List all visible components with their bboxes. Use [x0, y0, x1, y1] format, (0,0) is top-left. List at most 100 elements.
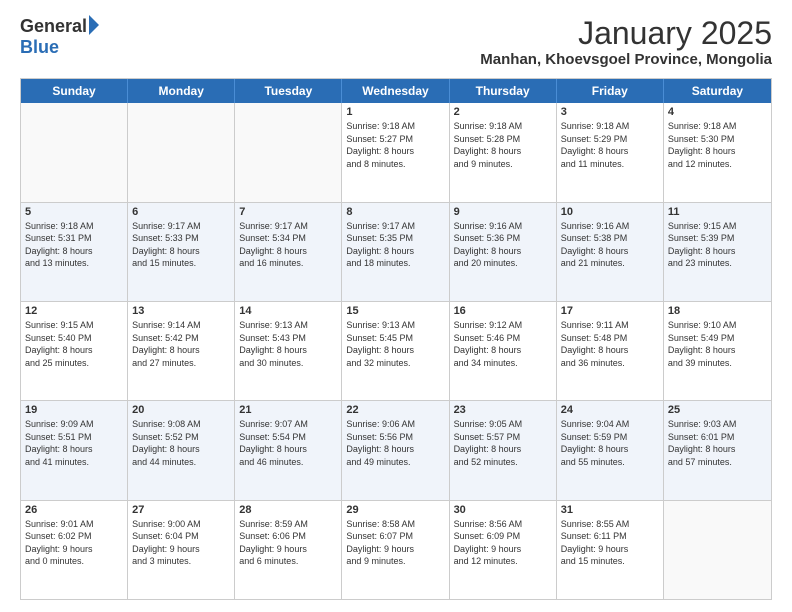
day-number: 19: [25, 404, 123, 416]
day-number: 4: [668, 106, 767, 118]
day-number: 13: [132, 305, 230, 317]
cell-info: Sunrise: 9:10 AM Sunset: 5:49 PM Dayligh…: [668, 319, 767, 369]
calendar-header-row: SundayMondayTuesdayWednesdayThursdayFrid…: [21, 79, 771, 103]
day-number: 6: [132, 206, 230, 218]
cell-info: Sunrise: 9:01 AM Sunset: 6:02 PM Dayligh…: [25, 518, 123, 568]
cal-cell-1-5: 10Sunrise: 9:16 AM Sunset: 5:38 PM Dayli…: [557, 203, 664, 301]
cal-cell-0-0: [21, 103, 128, 201]
cal-header-thursday: Thursday: [450, 79, 557, 103]
cell-info: Sunrise: 9:18 AM Sunset: 5:30 PM Dayligh…: [668, 120, 767, 170]
cell-info: Sunrise: 9:03 AM Sunset: 6:01 PM Dayligh…: [668, 418, 767, 468]
page: General Blue January 2025 Manhan, Khoevs…: [0, 0, 792, 612]
cell-info: Sunrise: 9:17 AM Sunset: 5:33 PM Dayligh…: [132, 220, 230, 270]
calendar-body: 1 Sunrise: 9:18 AM Sunset: 5:27 PM Daylig…: [21, 103, 771, 599]
header-right: January 2025 Manhan, Khoevsgoel Province…: [480, 16, 772, 68]
cell-info: Sunrise: 9:04 AM Sunset: 5:59 PM Dayligh…: [561, 418, 659, 468]
cell-info: Sunrise: 9:15 AM Sunset: 5:39 PM Dayligh…: [668, 220, 767, 270]
day-number: 8: [346, 206, 444, 218]
cell-info: Sunrise: 8:55 AM Sunset: 6:11 PM Dayligh…: [561, 518, 659, 568]
cell-info: Sunrise: 9:17 AM Sunset: 5:34 PM Dayligh…: [239, 220, 337, 270]
day-number: 28: [239, 504, 337, 516]
cal-row-1: 5Sunrise: 9:18 AM Sunset: 5:31 PM Daylig…: [21, 203, 771, 302]
cell-info: Sunrise: 9:13 AM Sunset: 5:45 PM Dayligh…: [346, 319, 444, 369]
day-number: 9: [454, 206, 552, 218]
cell-info: Sunrise: 9:18 AM Sunset: 5:31 PM Dayligh…: [25, 220, 123, 270]
cal-header-tuesday: Tuesday: [235, 79, 342, 103]
logo-blue-text: Blue: [20, 37, 59, 58]
cell-info: Sunrise: 9:09 AM Sunset: 5:51 PM Dayligh…: [25, 418, 123, 468]
cal-cell-3-1: 20Sunrise: 9:08 AM Sunset: 5:52 PM Dayli…: [128, 401, 235, 499]
header: General Blue January 2025 Manhan, Khoevs…: [20, 16, 772, 68]
cell-info: Sunrise: 9:15 AM Sunset: 5:40 PM Dayligh…: [25, 319, 123, 369]
cal-cell-3-3: 22Sunrise: 9:06 AM Sunset: 5:56 PM Dayli…: [342, 401, 449, 499]
cal-row-0: 1 Sunrise: 9:18 AM Sunset: 5:27 PM Daylig…: [21, 103, 771, 202]
day-number: 29: [346, 504, 444, 516]
cal-cell-2-0: 12 Sunrise: 9:15 AM Sunset: 5:40 PM Dayli…: [21, 302, 128, 400]
cal-cell-3-6: 25 Sunrise: 9:03 AM Sunset: 6:01 PM Dayli…: [664, 401, 771, 499]
cal-cell-3-4: 23Sunrise: 9:05 AM Sunset: 5:57 PM Dayli…: [450, 401, 557, 499]
cell-info: Sunrise: 9:12 AM Sunset: 5:46 PM Dayligh…: [454, 319, 552, 369]
logo-general-text: General: [20, 16, 87, 37]
cal-header-friday: Friday: [557, 79, 664, 103]
cal-cell-1-2: 7Sunrise: 9:17 AM Sunset: 5:34 PM Daylig…: [235, 203, 342, 301]
day-number: 17: [561, 305, 659, 317]
cal-cell-4-3: 29Sunrise: 8:58 AM Sunset: 6:07 PM Dayli…: [342, 501, 449, 599]
cal-cell-2-6: 18 Sunrise: 9:10 AM Sunset: 5:49 PM Dayli…: [664, 302, 771, 400]
day-number: 27: [132, 504, 230, 516]
cell-info: Sunrise: 9:18 AM Sunset: 5:29 PM Dayligh…: [561, 120, 659, 170]
cell-info: Sunrise: 9:11 AM Sunset: 5:48 PM Dayligh…: [561, 319, 659, 369]
calendar: SundayMondayTuesdayWednesdayThursdayFrid…: [20, 78, 772, 600]
day-number: 18: [668, 305, 767, 317]
cal-cell-2-5: 17 Sunrise: 9:11 AM Sunset: 5:48 PM Dayli…: [557, 302, 664, 400]
cell-info: Sunrise: 9:00 AM Sunset: 6:04 PM Dayligh…: [132, 518, 230, 568]
cal-cell-1-4: 9Sunrise: 9:16 AM Sunset: 5:36 PM Daylig…: [450, 203, 557, 301]
cell-info: Sunrise: 9:06 AM Sunset: 5:56 PM Dayligh…: [346, 418, 444, 468]
day-number: 12: [25, 305, 123, 317]
logo: General Blue: [20, 16, 99, 58]
cal-cell-0-6: 4 Sunrise: 9:18 AM Sunset: 5:30 PM Daylig…: [664, 103, 771, 201]
cell-info: Sunrise: 8:59 AM Sunset: 6:06 PM Dayligh…: [239, 518, 337, 568]
cal-cell-0-1: [128, 103, 235, 201]
day-number: 14: [239, 305, 337, 317]
cal-cell-4-1: 27 Sunrise: 9:00 AM Sunset: 6:04 PM Dayli…: [128, 501, 235, 599]
cal-cell-3-0: 19 Sunrise: 9:09 AM Sunset: 5:51 PM Dayli…: [21, 401, 128, 499]
cal-row-4: 26Sunrise: 9:01 AM Sunset: 6:02 PM Dayli…: [21, 501, 771, 599]
cal-cell-4-4: 30Sunrise: 8:56 AM Sunset: 6:09 PM Dayli…: [450, 501, 557, 599]
cell-info: Sunrise: 9:18 AM Sunset: 5:27 PM Dayligh…: [346, 120, 444, 170]
cal-cell-4-6: [664, 501, 771, 599]
cal-row-3: 19 Sunrise: 9:09 AM Sunset: 5:51 PM Dayli…: [21, 401, 771, 500]
cal-header-saturday: Saturday: [664, 79, 771, 103]
cell-info: Sunrise: 8:56 AM Sunset: 6:09 PM Dayligh…: [454, 518, 552, 568]
cal-cell-1-3: 8Sunrise: 9:17 AM Sunset: 5:35 PM Daylig…: [342, 203, 449, 301]
day-number: 15: [346, 305, 444, 317]
cal-cell-4-2: 28 Sunrise: 8:59 AM Sunset: 6:06 PM Dayli…: [235, 501, 342, 599]
location-title: Manhan, Khoevsgoel Province, Mongolia: [480, 51, 772, 68]
cal-cell-4-5: 31Sunrise: 8:55 AM Sunset: 6:11 PM Dayli…: [557, 501, 664, 599]
cell-info: Sunrise: 9:14 AM Sunset: 5:42 PM Dayligh…: [132, 319, 230, 369]
cal-cell-2-4: 16 Sunrise: 9:12 AM Sunset: 5:46 PM Dayli…: [450, 302, 557, 400]
day-number: 24: [561, 404, 659, 416]
day-number: 1: [346, 106, 444, 118]
day-number: 23: [454, 404, 552, 416]
cal-header-sunday: Sunday: [21, 79, 128, 103]
day-number: 2: [454, 106, 552, 118]
cal-cell-4-0: 26Sunrise: 9:01 AM Sunset: 6:02 PM Dayli…: [21, 501, 128, 599]
day-number: 16: [454, 305, 552, 317]
cal-cell-0-2: [235, 103, 342, 201]
cal-cell-3-5: 24 Sunrise: 9:04 AM Sunset: 5:59 PM Dayli…: [557, 401, 664, 499]
cell-info: Sunrise: 9:13 AM Sunset: 5:43 PM Dayligh…: [239, 319, 337, 369]
day-number: 21: [239, 404, 337, 416]
cal-cell-1-0: 5Sunrise: 9:18 AM Sunset: 5:31 PM Daylig…: [21, 203, 128, 301]
cal-header-wednesday: Wednesday: [342, 79, 449, 103]
cal-cell-3-2: 21 Sunrise: 9:07 AM Sunset: 5:54 PM Dayli…: [235, 401, 342, 499]
cal-cell-2-3: 15 Sunrise: 9:13 AM Sunset: 5:45 PM Dayli…: [342, 302, 449, 400]
cell-info: Sunrise: 9:18 AM Sunset: 5:28 PM Dayligh…: [454, 120, 552, 170]
cell-info: Sunrise: 9:16 AM Sunset: 5:38 PM Dayligh…: [561, 220, 659, 270]
cal-cell-2-2: 14 Sunrise: 9:13 AM Sunset: 5:43 PM Dayli…: [235, 302, 342, 400]
cal-cell-0-3: 1 Sunrise: 9:18 AM Sunset: 5:27 PM Daylig…: [342, 103, 449, 201]
cell-info: Sunrise: 9:07 AM Sunset: 5:54 PM Dayligh…: [239, 418, 337, 468]
day-number: 25: [668, 404, 767, 416]
cal-row-2: 12 Sunrise: 9:15 AM Sunset: 5:40 PM Dayli…: [21, 302, 771, 401]
month-title: January 2025: [480, 16, 772, 51]
cal-cell-1-6: 11Sunrise: 9:15 AM Sunset: 5:39 PM Dayli…: [664, 203, 771, 301]
